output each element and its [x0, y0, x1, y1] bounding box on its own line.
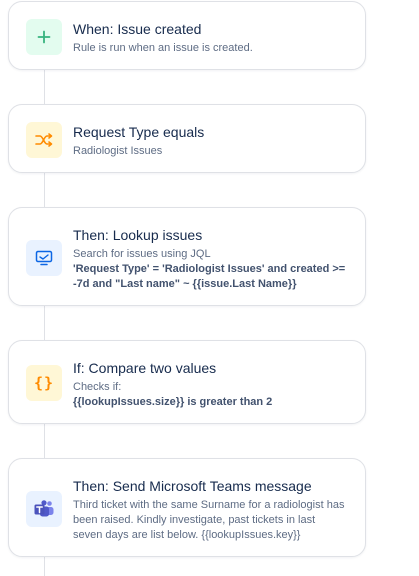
compare-condition: {{lookupIssues.size}} is greater than 2 — [73, 396, 273, 408]
step-title: If: Compare two values — [73, 360, 217, 376]
step-title: When: Issue created — [73, 21, 202, 37]
connector-line — [44, 70, 45, 104]
monitor-icon — [35, 250, 53, 266]
action-card-lookup-issues[interactable]: Then: Lookup issues Search for issues us… — [8, 207, 366, 306]
connector-line — [44, 424, 45, 458]
step-description: Search for issues using JQL — [73, 248, 211, 260]
step-description-block: Search for issues using JQL 'Request Typ… — [73, 247, 347, 292]
condition-card-request-type[interactable]: Request Type equals Radiologist Issues — [8, 104, 366, 173]
step-title: Then: Lookup issues — [73, 227, 203, 243]
connector-line — [44, 306, 45, 340]
braces-icon: {} — [33, 374, 55, 392]
action-card-send-teams-message[interactable]: Then: Send Microsoft Teams message Third… — [8, 458, 366, 557]
connector-line — [44, 173, 45, 207]
jql-query: 'Request Type' = 'Radiologist Issues' an… — [73, 263, 346, 290]
connector-line — [44, 557, 45, 576]
step-description: Rule is run when an issue is created. — [73, 42, 253, 54]
action-icon-box — [26, 491, 62, 527]
step-title: Request Type equals — [73, 124, 205, 140]
action-icon-box — [26, 240, 62, 276]
trigger-icon-box — [26, 19, 62, 55]
step-description: Radiologist Issues — [73, 145, 163, 157]
microsoft-teams-icon — [34, 500, 54, 517]
trigger-card-issue-created[interactable]: When: Issue created Rule is run when an … — [8, 1, 366, 70]
plus-icon — [37, 30, 51, 44]
condition-icon-box — [26, 122, 62, 158]
step-title: Then: Send Microsoft Teams message — [73, 478, 312, 494]
automation-rule-canvas: When: Issue created Rule is run when an … — [0, 0, 419, 576]
shuffle-icon — [35, 133, 53, 147]
step-description: Checks if: — [73, 381, 122, 393]
condition-icon-box: {} — [26, 365, 62, 401]
step-description-block: Checks if: {{lookupIssues.size}} is grea… — [73, 380, 347, 410]
step-description: Third ticket with the same Surname for a… — [73, 499, 345, 541]
condition-card-compare-values[interactable]: {} If: Compare two values Checks if: {{l… — [8, 340, 366, 424]
